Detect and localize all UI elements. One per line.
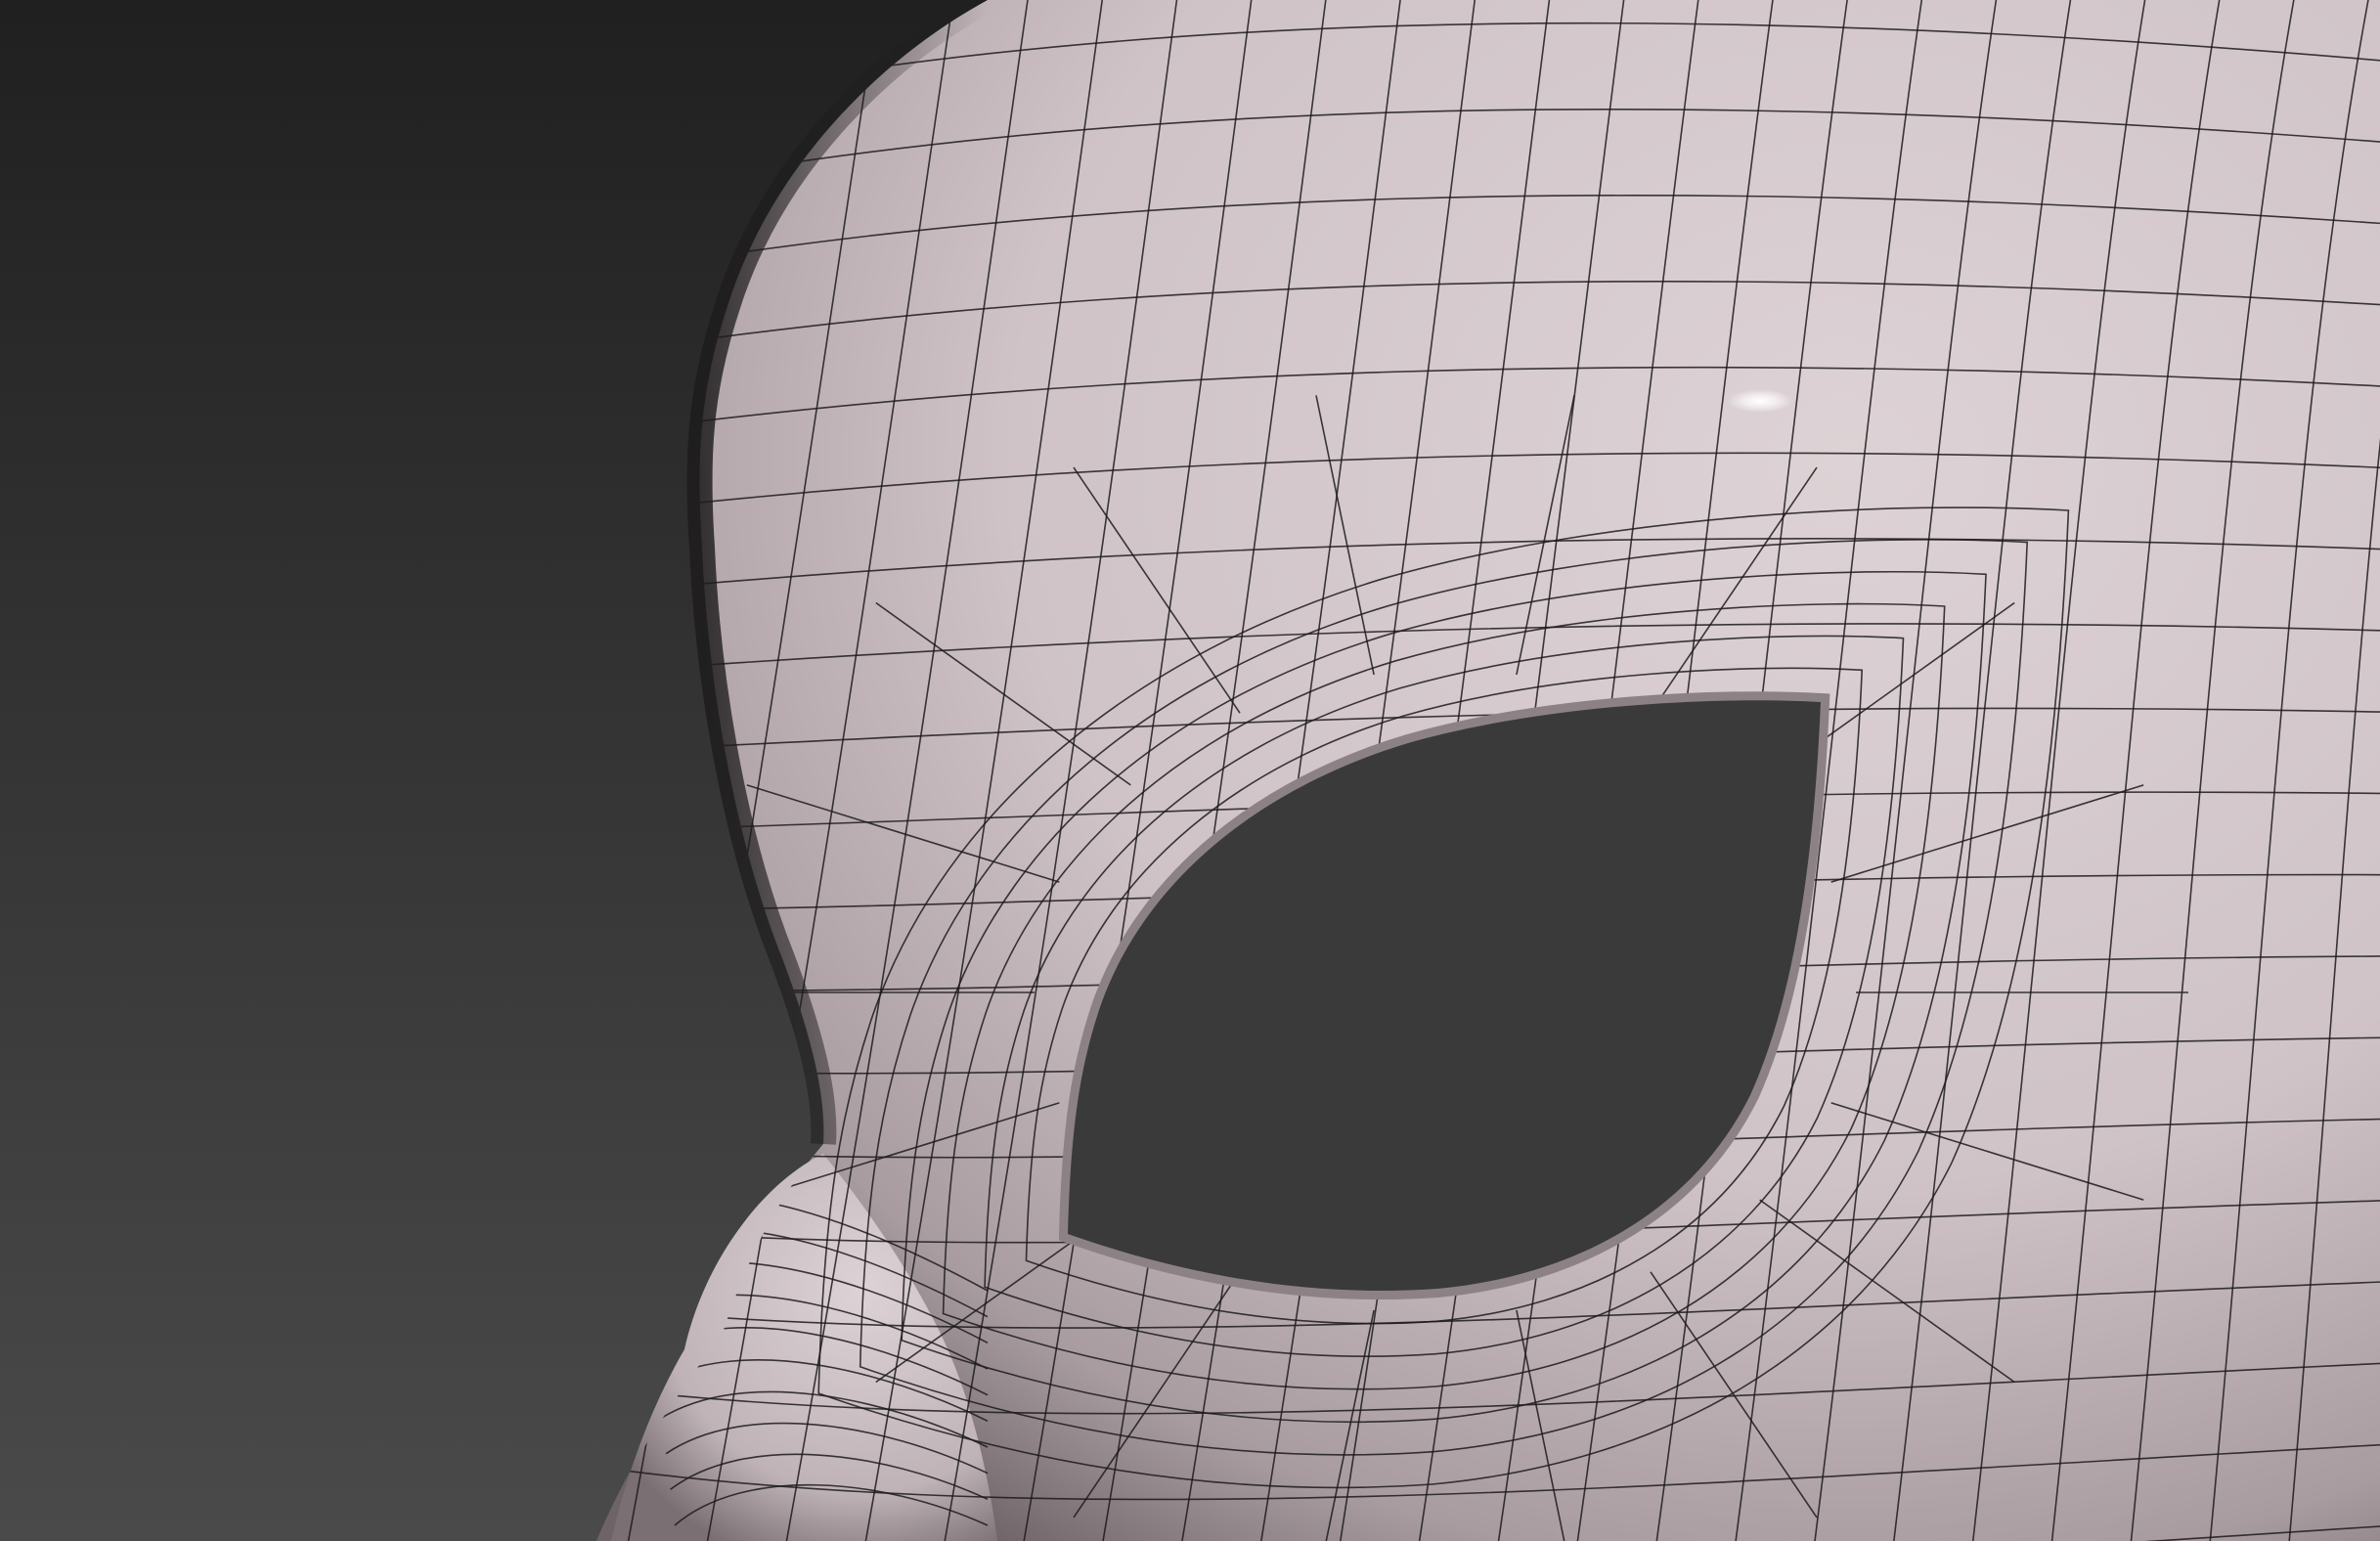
3d-viewport[interactable] [0,0,2380,1541]
specular-highlight [1727,389,1793,413]
viewport-canvas[interactable] [0,0,2380,1541]
head-mesh[interactable] [587,0,2380,1541]
